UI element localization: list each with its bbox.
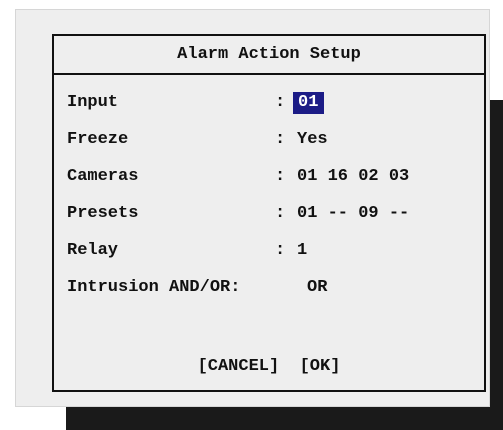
field-freeze-row[interactable]: Freeze : Yes (67, 128, 328, 152)
field-presets-value[interactable]: 01 -- 09 -- (297, 202, 409, 226)
dialog-button-bar: [CANCEL] [OK] (54, 356, 484, 378)
field-presets-row[interactable]: Presets : 01 -- 09 -- (67, 202, 409, 226)
field-cameras-label: Cameras (67, 167, 139, 186)
field-relay-label: Relay (67, 241, 119, 260)
field-freeze-value[interactable]: Yes (297, 128, 328, 152)
field-intrusion-value[interactable]: OR (307, 276, 327, 300)
field-input-row[interactable]: Input : 01 (67, 91, 325, 115)
field-relay-separator: : (275, 241, 286, 260)
field-freeze-label: Freeze (67, 130, 129, 149)
field-presets-separator: : (275, 204, 286, 223)
alarm-action-setup-dialog: Alarm Action Setup Input : 01 Freeze : Y… (15, 9, 490, 407)
field-input-value[interactable]: 01 (293, 92, 325, 114)
cancel-button[interactable]: [CANCEL] (198, 357, 280, 376)
dialog-frame: Alarm Action Setup Input : 01 Freeze : Y… (52, 34, 486, 392)
field-intrusion-row[interactable]: Intrusion AND/OR: OR (67, 276, 467, 300)
dialog-title: Alarm Action Setup (54, 36, 484, 75)
field-cameras-separator: : (275, 167, 286, 186)
ok-button[interactable]: [OK] (300, 357, 341, 376)
field-input-separator: : (275, 93, 286, 112)
field-input-label: Input (67, 93, 119, 112)
field-presets-label: Presets (67, 204, 139, 223)
field-intrusion-label: Intrusion AND/OR: (67, 278, 241, 297)
field-relay-row[interactable]: Relay : 1 (67, 239, 307, 263)
field-relay-value[interactable]: 1 (297, 239, 307, 263)
field-freeze-separator: : (275, 130, 286, 149)
field-cameras-row[interactable]: Cameras : 01 16 02 03 (67, 165, 409, 189)
field-cameras-value[interactable]: 01 16 02 03 (297, 165, 409, 189)
